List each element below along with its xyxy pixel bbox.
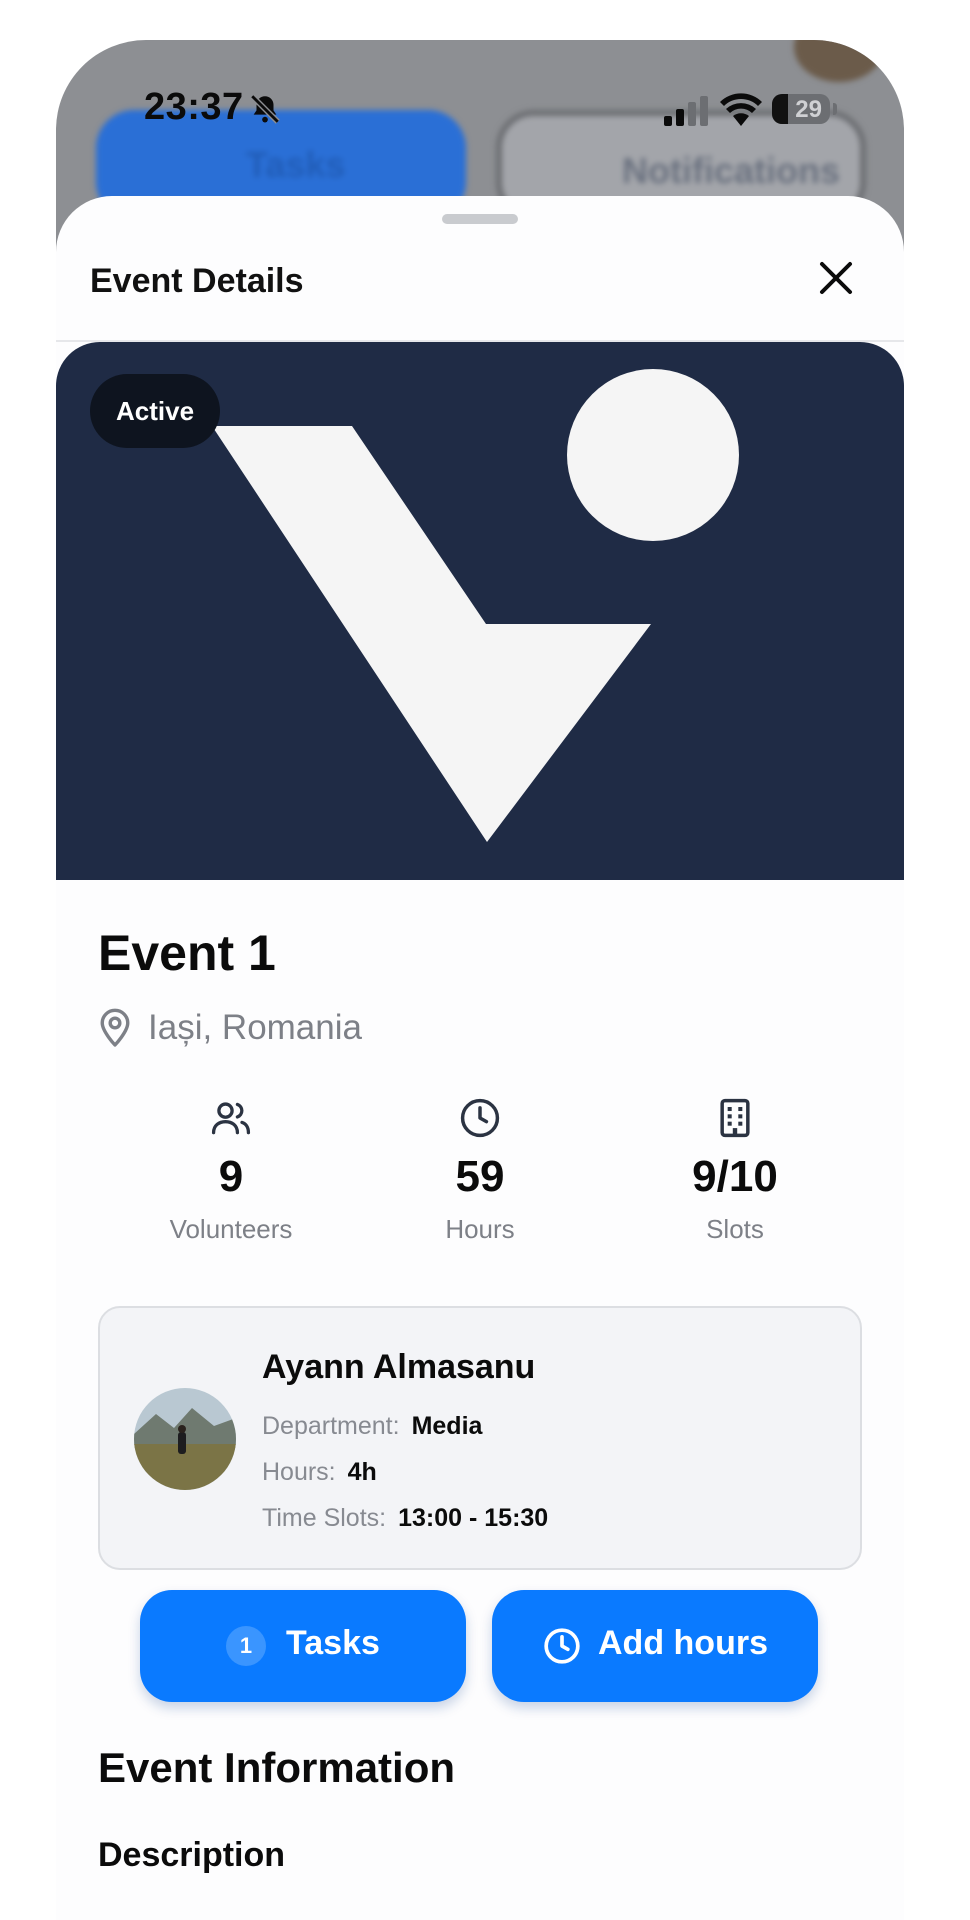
battery-level: 29 [795, 96, 822, 123]
event-information-heading: Event Information [98, 1744, 456, 1791]
phone-screen: Tasks Notifications 23:37 29 Event Detai… [56, 40, 904, 1920]
add-hours-button[interactable]: Add hours [492, 1590, 818, 1702]
event-cover-image: Active [56, 342, 904, 880]
volunteer-time-slots: Time Slots: 13:00 - 15:30 [262, 1504, 549, 1532]
sheet-title: Event Details [90, 262, 304, 300]
clock-icon [544, 1628, 580, 1664]
add-hours-button-label: Add hours [598, 1624, 768, 1662]
building-icon [720, 1098, 750, 1138]
stat-hours: 59 Hours [350, 1096, 610, 1245]
clock-icon [460, 1098, 500, 1138]
close-icon[interactable] [816, 258, 856, 298]
stat-value: 59 [455, 1152, 505, 1201]
description-heading: Description [98, 1836, 286, 1874]
tasks-count-badge: 1 [226, 1626, 266, 1666]
location-pin-icon [100, 1008, 130, 1047]
bell-muted-icon [250, 94, 280, 124]
volunteer-name: Ayann Almasanu [262, 1348, 536, 1386]
status-bar: 23:37 29 [56, 40, 904, 180]
status-badge: Active [90, 374, 221, 448]
stat-slots: 9/10 Slots [605, 1096, 865, 1245]
cellular-signal-icon [664, 96, 708, 126]
battery-icon: 29 [772, 94, 830, 124]
stat-label: Hours [445, 1214, 515, 1244]
stat-volunteers: 9 Volunteers [101, 1096, 361, 1245]
stat-value: 9 [218, 1152, 244, 1201]
tasks-button[interactable]: 1 Tasks [140, 1590, 466, 1702]
status-time: 23:37 [144, 86, 244, 128]
users-icon [211, 1102, 251, 1135]
volunteer-card: Ayann Almasanu Department: Media Hours: 4h… [98, 1306, 862, 1570]
tasks-button-label: Tasks [286, 1624, 380, 1662]
wifi-icon [720, 93, 762, 126]
stat-label: Volunteers [169, 1214, 293, 1244]
event-title: Event 1 [98, 925, 276, 981]
event-details-sheet: Event Details Active Event 1 Iași, Roman… [56, 196, 904, 1920]
event-location: Iași, Romania [148, 1008, 362, 1047]
stat-label: Slots [706, 1214, 764, 1244]
sheet-grabber[interactable] [442, 214, 518, 224]
avatar [134, 1388, 236, 1490]
volunteer-hours: Hours: 4h [262, 1458, 377, 1486]
volunteer-department: Department: Media [262, 1412, 483, 1440]
stat-value: 9/10 [692, 1152, 778, 1201]
